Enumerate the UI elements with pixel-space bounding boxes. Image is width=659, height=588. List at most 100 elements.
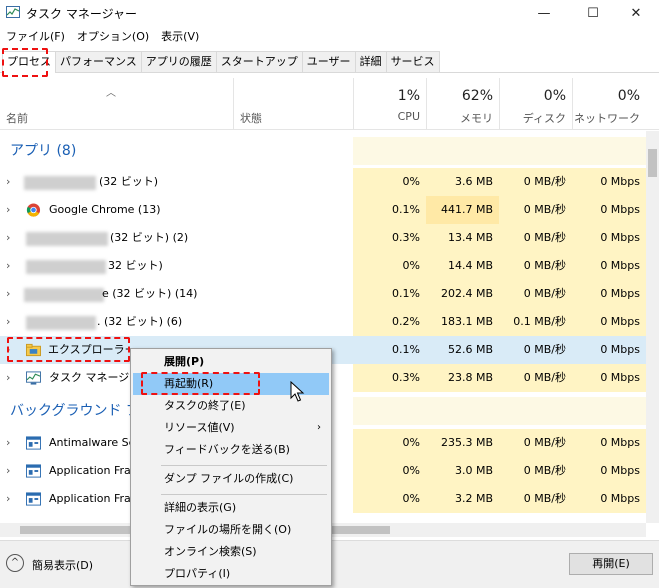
cpu-cell: 0% [353,429,426,457]
vertical-scroll-thumb[interactable] [648,149,657,177]
menu-item-resource-values[interactable]: リソース値(V) › [133,417,329,439]
menu-item-create-dump[interactable]: ダンプ ファイルの作成(C) [133,468,329,490]
window-title: タスク マネージャー [26,7,137,21]
disk-cell: 0 MB/秒 [499,196,572,224]
group-title-apps: アプリ (8) [10,143,77,159]
memory-cell: 52.6 MB [447,343,493,356]
cpu-total: 1% [397,88,420,104]
network-cell: 0 Mbps [572,364,646,392]
network-cell: 0 Mbps [572,168,646,196]
process-name: 32 ビット) [108,259,163,272]
fewer-details-link[interactable]: 簡易表示(D) [32,557,93,573]
table-row[interactable]: › e (32 ビット) (14) 0.1% 202.4 MB 0 MB/秒 0… [0,280,646,308]
service-icon [26,464,41,478]
expand-chevron-icon[interactable]: › [6,252,10,280]
expand-chevron-icon[interactable]: › [6,308,10,336]
cpu-cell: 0.3% [353,224,426,252]
column-name[interactable]: 名前 [6,110,28,126]
task-manager-icon [6,6,20,18]
table-row[interactable]: › . (32 ビット) (6) 0.2% 183.1 MB 0.1 MB/秒 … [0,308,646,336]
vertical-scrollbar[interactable] [646,131,659,523]
expand-chevron-icon[interactable]: › [6,429,10,457]
memory-cell: 23.8 MB [426,364,499,392]
tab-performance[interactable]: パフォーマンス [55,51,142,72]
disk-cell: 0 MB/秒 [499,252,572,280]
expand-chevron-icon[interactable]: › [6,485,10,513]
tab-app-history[interactable]: アプリの履歴 [140,51,217,72]
menu-item-search-online[interactable]: オンライン検索(S) [133,541,329,563]
menu-item-go-to-details[interactable]: 詳細の表示(G) [133,497,329,519]
cpu-cell: 0% [353,485,426,513]
menu-item-feedback[interactable]: フィードバックを送る(B) [133,439,329,461]
cpu-cell: 0% [353,168,426,196]
expand-chevron-icon[interactable]: › [6,457,10,485]
process-name: エクスプローラー [48,343,136,356]
process-name: . (32 ビット) (6) [97,315,183,328]
process-name: Application Fra [49,464,131,477]
table-row[interactable]: › 32 ビット) 0% 14.4 MB 0 MB/秒 0 Mbps [0,252,646,280]
memory-cell: 3.6 MB [426,168,499,196]
cpu-cell: 0% [353,252,426,280]
network-cell: 0 Mbps [572,308,646,336]
expand-chevron-icon[interactable]: › [6,196,10,224]
network-total: 0% [617,88,640,104]
minimize-button[interactable]: — [521,0,567,26]
menu-separator [161,494,327,495]
group-header-apps[interactable]: アプリ (8) [0,137,646,165]
disk-label: ディスク [522,112,566,125]
process-name: Antimalware Se [49,436,136,449]
column-memory[interactable]: 62% メモリ [426,78,499,130]
sort-ascending-icon[interactable]: ︿ [106,84,116,99]
tab-processes[interactable]: プロセス [2,51,56,73]
process-name: Google Chrome (13) [49,203,161,216]
collapse-icon[interactable]: ^ [6,554,24,572]
restart-button[interactable]: 再開(E) [569,553,653,575]
menu-view[interactable]: 表示(V) [155,28,205,46]
expand-chevron-icon[interactable]: › [6,168,10,196]
network-cell: 0 Mbps [572,457,646,485]
disk-cell: 0 MB/秒 [499,224,572,252]
maximize-button[interactable]: ☐ [570,0,616,26]
network-cell: 0 Mbps [572,224,646,252]
cpu-label: CPU [397,110,420,123]
tab-details[interactable]: 詳細 [354,51,387,72]
expand-chevron-icon[interactable]: › [6,336,10,364]
menu-file[interactable]: ファイル(F) [0,28,71,46]
cpu-cell: 0.1% [353,196,426,224]
column-cpu[interactable]: 1% CPU [353,78,426,130]
menu-item-expand[interactable]: 展開(P) [133,351,329,373]
tab-users[interactable]: ユーザー [301,51,356,72]
expand-chevron-icon[interactable]: › [6,364,10,392]
network-cell: 0 Mbps [572,429,646,457]
column-network[interactable]: 0% ネットワーク [572,78,646,130]
title-bar: タスク マネージャー — ☐ ✕ [0,0,659,26]
memory-cell: 441.7 MB [426,196,499,224]
table-row[interactable]: › (32 ビット) (2) 0.3% 13.4 MB 0 MB/秒 0 Mbp… [0,224,646,252]
cpu-cell: 0% [353,457,426,485]
tab-bar: プロセス パフォーマンス アプリの履歴 スタートアップ ユーザー 詳細 サービス [0,51,659,73]
column-status[interactable]: 状態 [240,110,262,126]
service-icon [26,436,41,450]
redacted-name [26,232,108,246]
submenu-arrow-icon: › [317,422,321,433]
process-name: (32 ビット) [99,175,159,188]
table-row[interactable]: › Google Chrome (13) 0.1% 441.7 MB 0 MB/… [0,196,646,224]
menu-item-properties[interactable]: プロパティ(I) [133,563,329,585]
menu-options[interactable]: オプション(O) [71,28,155,46]
column-disk[interactable]: 0% ディスク [499,78,572,130]
redacted-name [24,288,104,302]
disk-cell: 0.1 MB/秒 [499,308,572,336]
network-cell: 0 Mbps [572,196,646,224]
network-cell: 0 Mbps [572,252,646,280]
tab-startup[interactable]: スタートアップ [215,51,303,72]
expand-chevron-icon[interactable]: › [6,280,10,308]
tab-services[interactable]: サービス [385,51,440,72]
memory-cell: 235.3 MB [426,429,499,457]
cpu-cell: 0.1% [392,343,420,356]
close-button[interactable]: ✕ [613,0,659,26]
resource-values-label: リソース値(V) [164,421,235,434]
memory-label: メモリ [460,112,493,125]
table-row[interactable]: › (32 ビット) 0% 3.6 MB 0 MB/秒 0 Mbps [0,168,646,196]
menu-item-open-file-location[interactable]: ファイルの場所を開く(O) [133,519,329,541]
expand-chevron-icon[interactable]: › [6,224,10,252]
